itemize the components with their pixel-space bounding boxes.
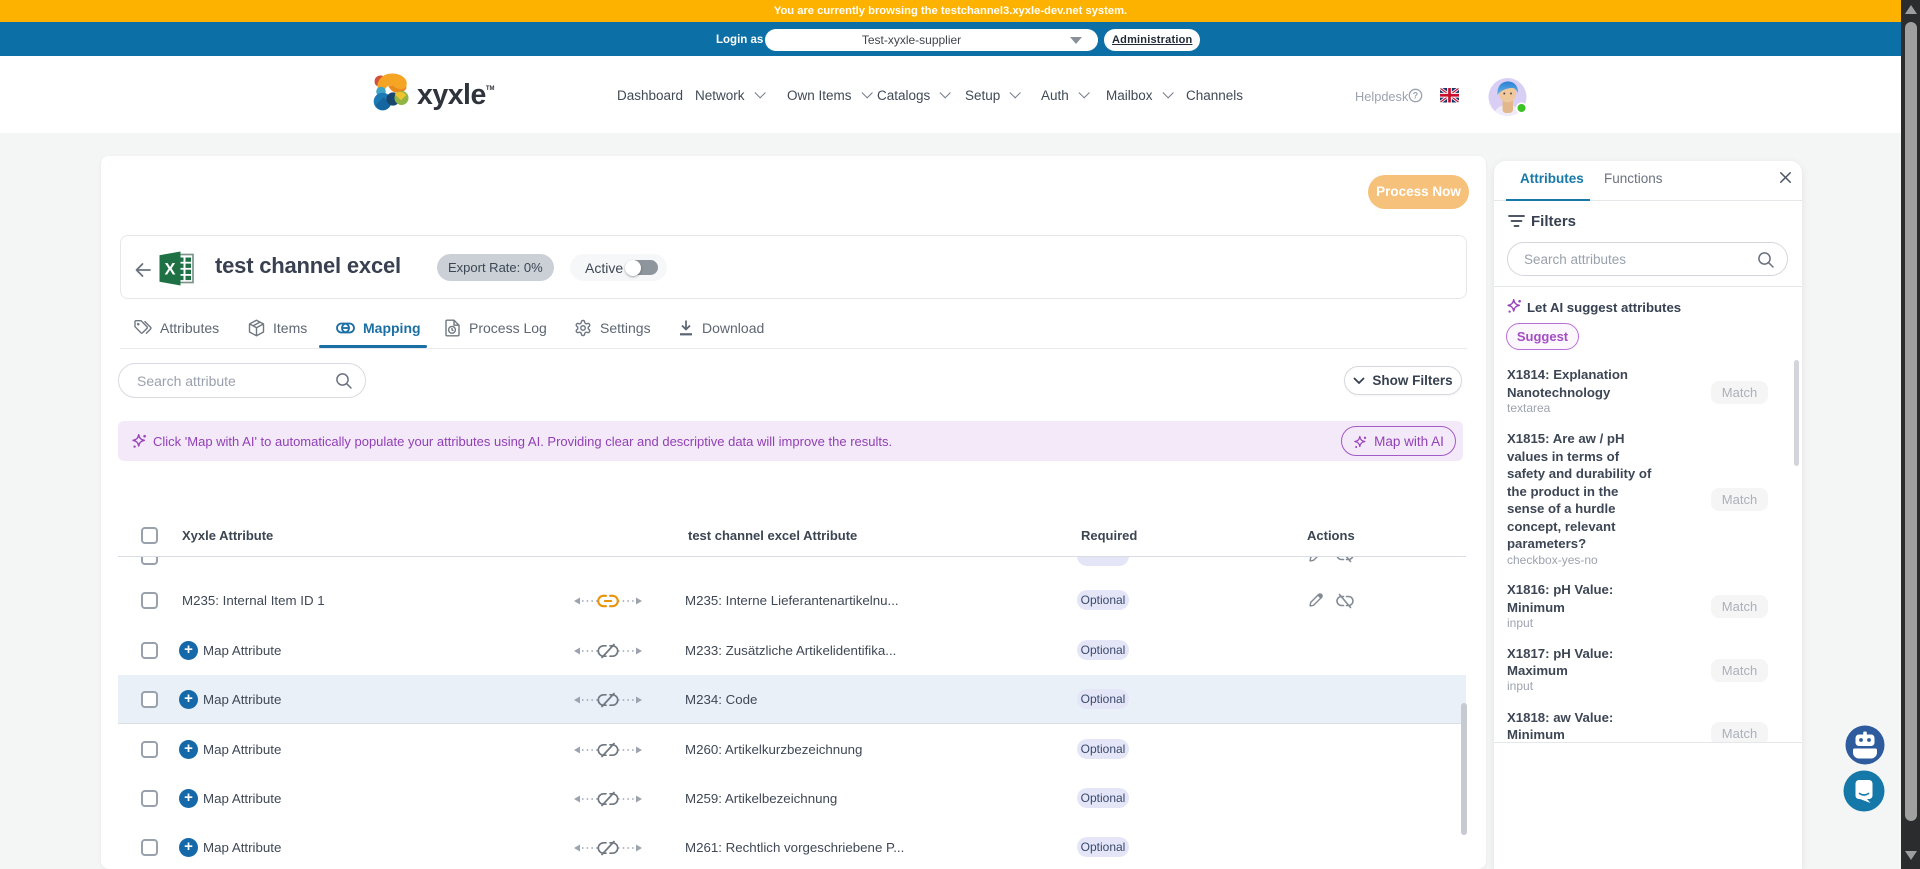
svg-text:X: X xyxy=(164,261,175,279)
svg-text:?: ? xyxy=(1413,91,1418,101)
